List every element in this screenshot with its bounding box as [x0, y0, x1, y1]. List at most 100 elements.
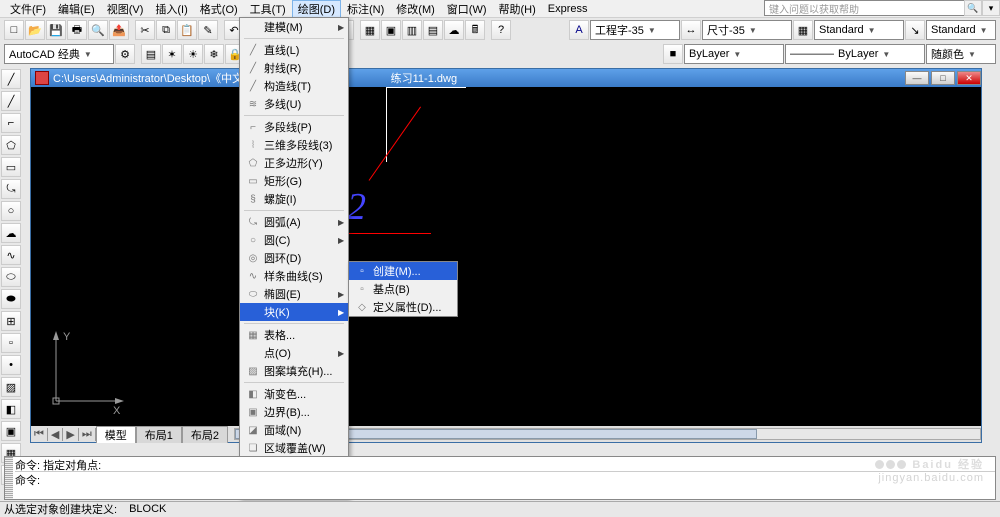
menu-edit[interactable]: 编辑(E)	[52, 0, 101, 18]
save-icon[interactable]: 💾	[46, 20, 66, 40]
textstyle-icon[interactable]: A	[569, 20, 589, 40]
command-window[interactable]: 命令: 指定对角点: 命令:	[4, 456, 996, 500]
menu-draw[interactable]: 绘图(D)	[292, 0, 341, 18]
paste-icon[interactable]: 📋	[177, 20, 197, 40]
help-dropdown-icon[interactable]: ▾	[982, 0, 1000, 16]
toolpalette-icon[interactable]: ▥	[402, 20, 422, 40]
point-icon[interactable]: •	[1, 355, 21, 375]
match-icon[interactable]: ✎	[198, 20, 218, 40]
xline-icon[interactable]: ╱	[1, 91, 21, 111]
mleaderstyle-icon[interactable]: ↘	[905, 20, 925, 40]
menu-item[interactable]: ∿样条曲线(S)	[240, 267, 348, 285]
menu-item[interactable]: ○圆(C)▶	[240, 231, 348, 249]
layer2-icon[interactable]: ✶	[162, 44, 182, 64]
cut-icon[interactable]: ✂	[135, 20, 155, 40]
doc-minimize-icon[interactable]: —	[905, 71, 929, 85]
layer3-icon[interactable]: ☀	[183, 44, 203, 64]
dimstyle-combo[interactable]: 尺寸-35▼	[702, 20, 792, 40]
color-icon[interactable]: ■	[663, 44, 683, 64]
layer-icon[interactable]: ▤	[141, 44, 161, 64]
menu-help[interactable]: 帮助(H)	[493, 0, 542, 18]
menu-item[interactable]: ⤿圆弧(A)▶	[240, 213, 348, 231]
menu-item[interactable]: ▨图案填充(H)...	[240, 362, 348, 380]
menu-insert[interactable]: 插入(I)	[149, 0, 193, 18]
submenu-item[interactable]: ◇定义属性(D)...	[349, 298, 457, 316]
help-search-icon[interactable]: 🔍	[964, 0, 982, 16]
doc-maximize-icon[interactable]: □	[931, 71, 955, 85]
menu-view[interactable]: 视图(V)	[101, 0, 150, 18]
arc-icon[interactable]: ⤿	[1, 179, 21, 199]
region-icon[interactable]: ▣	[1, 421, 21, 441]
cmd-input[interactable]: 命令:	[15, 471, 995, 485]
doc-close-icon[interactable]: ✕	[957, 71, 981, 85]
menu-tools[interactable]: 工具(T)	[244, 0, 292, 18]
pline-icon[interactable]: ⌐	[1, 113, 21, 133]
color-combo[interactable]: ByLayer▼	[684, 44, 784, 64]
circle-icon[interactable]: ○	[1, 201, 21, 221]
menu-item[interactable]: 点(O)▶	[240, 344, 348, 362]
line-icon[interactable]: ╱	[1, 69, 21, 89]
copy-icon[interactable]: ⧉	[156, 20, 176, 40]
sheetset-icon[interactable]: ▤	[423, 20, 443, 40]
menu-item[interactable]: ▣边界(B)...	[240, 403, 348, 421]
layer4-icon[interactable]: ❄	[204, 44, 224, 64]
menu-item[interactable]: ◧渐变色...	[240, 385, 348, 403]
print-icon[interactable]: 🖶	[67, 20, 87, 40]
spline-icon[interactable]: ∿	[1, 245, 21, 265]
open-icon[interactable]: 📂	[25, 20, 45, 40]
publish-icon[interactable]: 📤	[109, 20, 129, 40]
drawing-canvas[interactable]: 2 X Y	[31, 87, 981, 424]
menu-item[interactable]: 块(K)▶	[240, 303, 348, 321]
workspace-combo[interactable]: AutoCAD 经典▼	[4, 44, 114, 64]
help-search-input[interactable]: 键入问题以获取帮助	[764, 0, 996, 16]
menu-item[interactable]: ❏区域覆盖(W)	[240, 439, 348, 457]
tablestyle-combo[interactable]: Standard▼	[814, 20, 904, 40]
new-icon[interactable]: □	[4, 20, 24, 40]
tab-next-icon[interactable]: ▶	[63, 428, 78, 441]
menu-item[interactable]: ▭矩形(G)	[240, 172, 348, 190]
menu-dimension[interactable]: 标注(N)	[341, 0, 390, 18]
textstyle-combo[interactable]: 工程字-35▼	[590, 20, 680, 40]
menu-item[interactable]: 建模(M)▶	[240, 18, 348, 36]
tablestyle-icon[interactable]: ▦	[793, 20, 813, 40]
document-titlebar[interactable]: C:\Users\Administrator\Desktop\《中文版Aut 练…	[31, 69, 981, 87]
menu-item[interactable]: ⌐多段线(P)	[240, 118, 348, 136]
menu-item[interactable]: ⬭椭圆(E)▶	[240, 285, 348, 303]
hatch-icon[interactable]: ▨	[1, 377, 21, 397]
menu-item[interactable]: ▦表格...	[240, 326, 348, 344]
linetype-combo[interactable]: ———— ByLayer▼	[785, 44, 925, 64]
preview-icon[interactable]: 🔍	[88, 20, 108, 40]
menu-modify[interactable]: 修改(M)	[390, 0, 441, 18]
ellipsearc-icon[interactable]: ⬬	[1, 289, 21, 309]
menu-item[interactable]: ≋多线(U)	[240, 95, 348, 113]
menu-item[interactable]: ◪面域(N)	[240, 421, 348, 439]
tab-first-icon[interactable]: ⏮	[31, 428, 48, 441]
rect-icon[interactable]: ▭	[1, 157, 21, 177]
help-icon[interactable]: ?	[491, 20, 511, 40]
designcenter-icon[interactable]: ▣	[381, 20, 401, 40]
ellipse-icon[interactable]: ⬭	[1, 267, 21, 287]
menu-item[interactable]: ⬠正多边形(Y)	[240, 154, 348, 172]
tab-layout2[interactable]: 布局2	[182, 426, 228, 443]
tab-last-icon[interactable]: ⏭	[79, 428, 96, 441]
plotstyle-combo[interactable]: 随颜色▼	[926, 44, 996, 64]
menu-format[interactable]: 格式(O)	[194, 0, 244, 18]
tab-layout1[interactable]: 布局1	[136, 426, 182, 443]
dimstyle-icon[interactable]: ↔	[681, 20, 701, 40]
revcloud-icon[interactable]: ☁	[1, 223, 21, 243]
markup-icon[interactable]: ☁	[444, 20, 464, 40]
menu-window[interactable]: 窗口(W)	[441, 0, 493, 18]
submenu-item[interactable]: ▫基点(B)	[349, 280, 457, 298]
tab-prev-icon[interactable]: ◀	[48, 428, 63, 441]
menu-item[interactable]: ◎圆环(D)	[240, 249, 348, 267]
calc-icon[interactable]: 🖩	[465, 20, 485, 40]
ws-settings-icon[interactable]: ⚙	[115, 44, 135, 64]
properties-icon[interactable]: ▦	[360, 20, 380, 40]
cmd-grip[interactable]	[5, 457, 13, 499]
tab-model[interactable]: 模型	[96, 426, 136, 443]
submenu-item[interactable]: ▫创建(M)...	[349, 262, 457, 280]
menu-item[interactable]: ⦚三维多段线(3)	[240, 136, 348, 154]
mleaderstyle-combo[interactable]: Standard▼	[926, 20, 996, 40]
gradient-icon[interactable]: ◧	[1, 399, 21, 419]
menu-item[interactable]: ╱构造线(T)	[240, 77, 348, 95]
